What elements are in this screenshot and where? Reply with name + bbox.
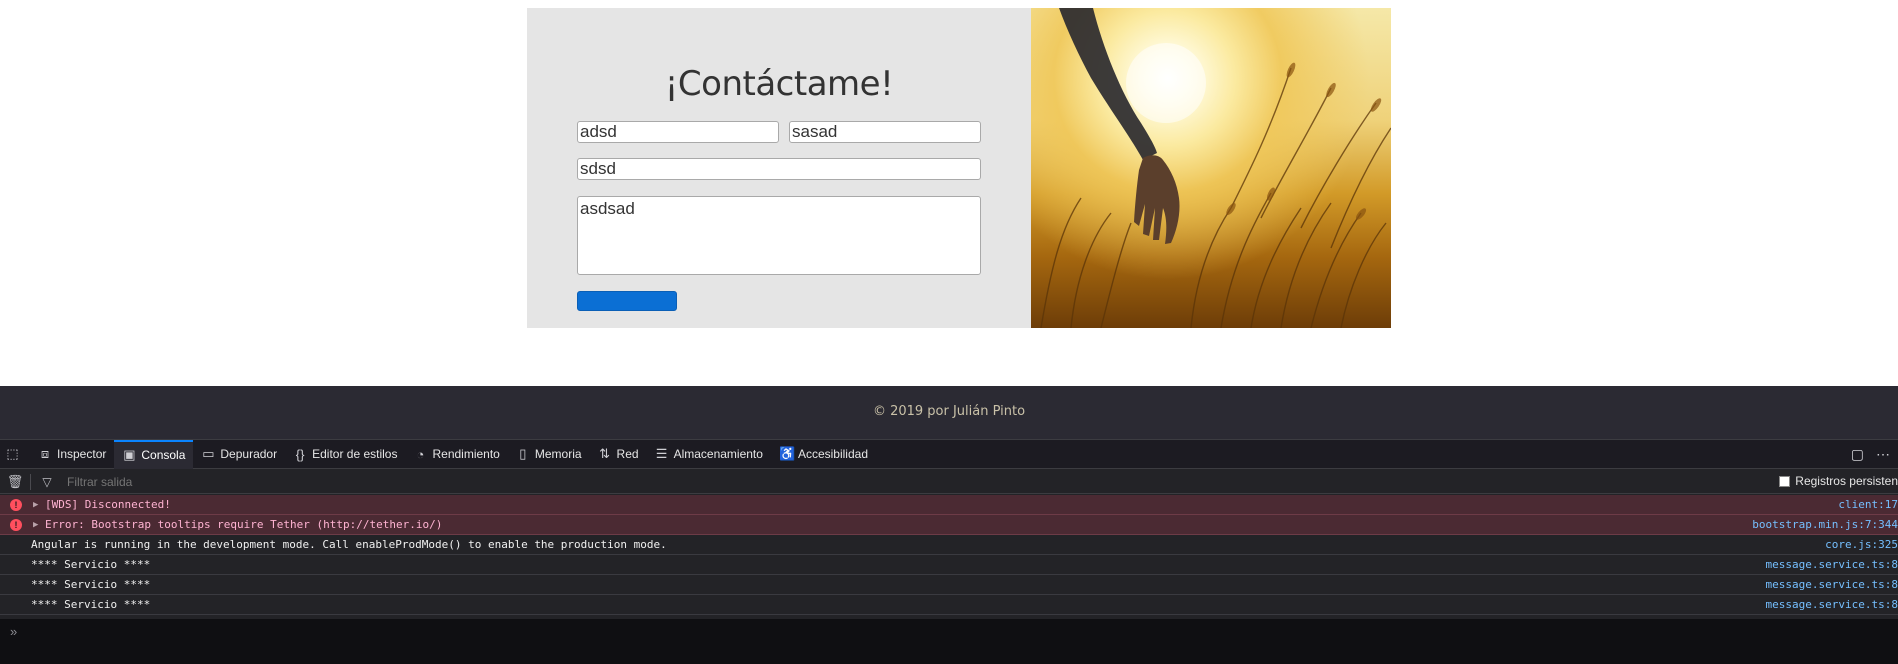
message-textarea[interactable]: asdsad [577, 196, 981, 275]
contact-card: ¡Contáctame! asdsad [527, 8, 1391, 328]
page-footer: © 2019 por Julián Pinto [0, 386, 1898, 439]
devtools-toolbar: ⬚ ⧈ Inspector ▣ Consola ▭ Depurador {} E… [0, 439, 1898, 469]
tab-inspector[interactable]: ⧈ Inspector [30, 440, 114, 469]
message-text: [WDS] Disconnected! [45, 498, 171, 511]
tab-accessibility[interactable]: ♿ Accesibilidad [771, 440, 876, 469]
message-text: **** Servicio **** [31, 598, 151, 611]
tab-label: Accesibilidad [797, 447, 868, 461]
message-text: **** Servicio **** [31, 558, 151, 571]
clear-console-icon[interactable]: 🗑 [0, 474, 30, 490]
devtools-toolbar-right: ▢ ⋯ [1851, 440, 1890, 469]
tab-label: Editor de estilos [312, 447, 398, 461]
element-picker-button[interactable]: ⬚ [0, 440, 30, 469]
tab-storage[interactable]: ☰ Almacenamiento [647, 440, 771, 469]
tab-debugger[interactable]: ▭ Depurador [193, 440, 285, 469]
console-message: **** Servicio **** message.service.ts:8 [0, 575, 1898, 595]
tab-memory[interactable]: ▯ Memoria [508, 440, 590, 469]
error-icon: ! [10, 519, 22, 531]
message-source-link[interactable]: message.service.ts:8 [1766, 558, 1898, 571]
console-message: **** Servicio **** message.service.ts:8 [0, 555, 1898, 575]
message-source-link[interactable]: bootstrap.min.js:7:344 [1752, 518, 1898, 531]
message-text: **** Servicio **** [31, 578, 151, 591]
persist-logs-option[interactable]: Registros persisten [1779, 474, 1898, 488]
name-input[interactable] [577, 121, 779, 143]
element-picker-icon: ⬚ [6, 446, 19, 461]
tab-label: Memoria [534, 447, 582, 461]
devtools-panel: ⬚ ⧈ Inspector ▣ Consola ▭ Depurador {} E… [0, 439, 1898, 664]
console-message: **** Servicio **** message.service.ts:8 [0, 595, 1898, 615]
console-message: ! ▶ [WDS] Disconnected! client:17 [0, 495, 1898, 515]
message-text: Angular is running in the development mo… [31, 538, 667, 551]
tab-console[interactable]: ▣ Consola [114, 439, 194, 469]
more-options-icon[interactable]: ⋯ [1876, 446, 1890, 463]
tab-label: Almacenamiento [673, 447, 763, 461]
tab-label: Red [616, 447, 639, 461]
network-icon: ⇅ [599, 446, 610, 461]
lastname-input[interactable] [789, 121, 981, 143]
expand-toggle-icon[interactable]: ▶ [33, 500, 38, 510]
tab-label: Depurador [220, 447, 278, 461]
page: ¡Contáctame! asdsad [0, 0, 1898, 664]
expand-toggle-icon[interactable]: ▶ [33, 520, 38, 530]
console-output: ! ▶ [WDS] Disconnected! client:17 ! ▶ Er… [0, 495, 1898, 615]
hand-illustration [1040, 8, 1391, 328]
console-input[interactable]: » [0, 619, 1898, 664]
message-source-link[interactable]: core.js:325 [1825, 538, 1898, 551]
tab-network[interactable]: ⇅ Red [590, 440, 647, 469]
copyright-text: © 2019 por Julián Pinto [872, 404, 1026, 419]
console-message: Angular is running in the development mo… [0, 535, 1898, 555]
prompt-chevron-icon: » [10, 624, 18, 639]
divider [30, 473, 31, 490]
tab-label: Rendimiento [432, 447, 500, 461]
email-input[interactable] [577, 158, 981, 180]
memory-icon: ▯ [519, 446, 527, 461]
contact-form: ¡Contáctame! asdsad [527, 8, 1031, 328]
message-source-link[interactable]: client:17 [1838, 498, 1898, 511]
persist-logs-checkbox[interactable] [1779, 475, 1791, 487]
message-source-link[interactable]: message.service.ts:8 [1766, 598, 1898, 611]
filter-output-input[interactable] [67, 474, 467, 489]
filter-icon: ▽ [42, 474, 52, 489]
tab-performance[interactable]: ◔ Rendimiento [405, 440, 507, 469]
persist-logs-label: Registros persisten [1795, 474, 1898, 488]
message-text: Error: Bootstrap tooltips require Tether… [45, 518, 443, 531]
tab-style-editor[interactable]: {} Editor de estilos [285, 440, 405, 469]
console-message: ! ▶ Error: Bootstrap tooltips require Te… [0, 515, 1898, 535]
message-source-link[interactable]: message.service.ts:8 [1766, 578, 1898, 591]
error-icon: ! [10, 499, 22, 511]
contact-title: ¡Contáctame! [664, 64, 894, 104]
tab-label: Inspector [57, 447, 107, 461]
storage-icon: ☰ [655, 446, 668, 461]
console-icon: ▣ [123, 447, 136, 462]
wheat-field-hand-image [1031, 8, 1391, 328]
console-filter-bar: 🗑 ▽ Registros persisten [0, 470, 1898, 494]
tab-label: Consola [141, 448, 186, 462]
submit-button[interactable] [577, 291, 677, 311]
gauge-icon: ◔ [416, 446, 425, 462]
accessibility-icon: ♿ [778, 446, 796, 461]
debugger-icon: ▭ [202, 446, 215, 461]
responsive-design-icon[interactable]: ▢ [1851, 446, 1864, 463]
braces-icon: {} [295, 446, 305, 462]
inspector-icon: ⧈ [40, 446, 50, 461]
